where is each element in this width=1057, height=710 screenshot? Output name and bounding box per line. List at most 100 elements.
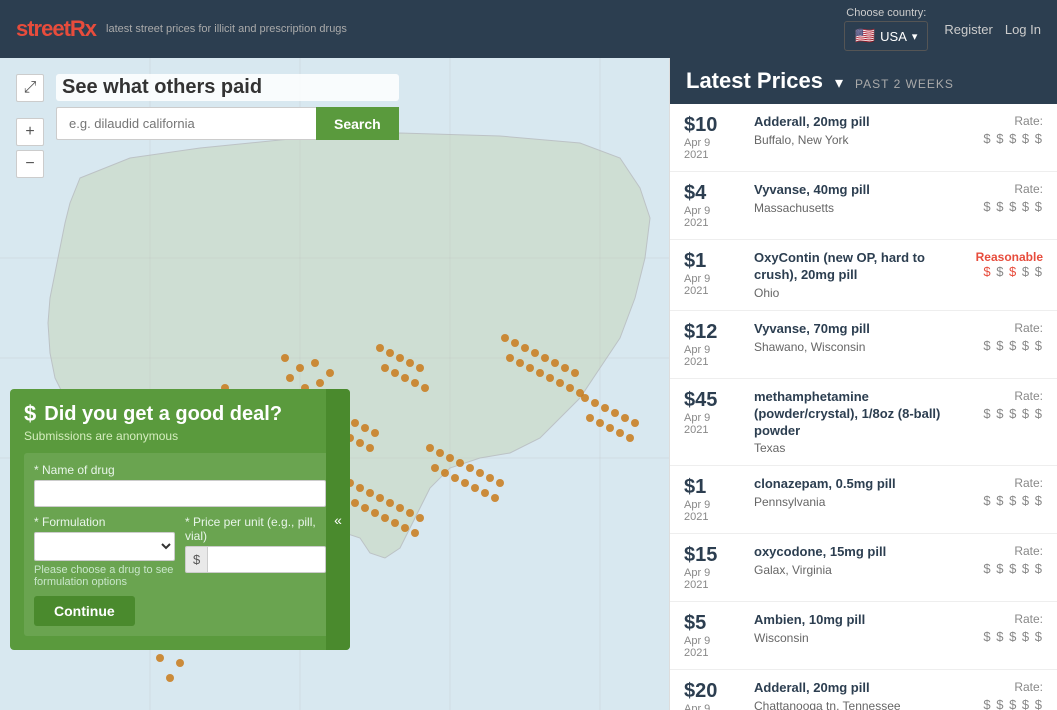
price-list-item[interactable]: $5 Apr 92021 Ambien, 10mg pill Wisconsin… [670, 602, 1057, 670]
map-dot[interactable] [481, 489, 489, 497]
map-dot[interactable] [281, 354, 289, 362]
map-dot[interactable] [606, 424, 614, 432]
map-dot[interactable] [621, 414, 629, 422]
country-dropdown[interactable]: 🇺🇸 USA ▾ [844, 21, 928, 51]
price-list-item[interactable]: $15 Apr 92021 oxycodone, 15mg pill Galax… [670, 534, 1057, 602]
map-dot[interactable] [386, 349, 394, 357]
price-list-item[interactable]: $20 Apr 92021 Adderall, 20mg pill Chatta… [670, 670, 1057, 710]
map-dot[interactable] [166, 674, 174, 682]
map-dot[interactable] [491, 494, 499, 502]
map-dot[interactable] [521, 344, 529, 352]
map-dot[interactable] [496, 479, 504, 487]
map-dot[interactable] [476, 469, 484, 477]
map-dot[interactable] [311, 359, 319, 367]
map-dot[interactable] [526, 364, 534, 372]
deal-panel-toggle[interactable]: « [326, 389, 350, 650]
map-dot[interactable] [416, 364, 424, 372]
map-dot[interactable] [566, 384, 574, 392]
map-dot[interactable] [356, 484, 364, 492]
map-dot[interactable] [426, 444, 434, 452]
map-dot[interactable] [396, 504, 404, 512]
map-dot[interactable] [406, 359, 414, 367]
map-dot[interactable] [546, 374, 554, 382]
expand-button[interactable]: ⤢ [16, 74, 44, 102]
map-dot[interactable] [626, 434, 634, 442]
map-dot[interactable] [351, 419, 359, 427]
zoom-out-button[interactable]: − [16, 150, 44, 178]
map-dot[interactable] [381, 364, 389, 372]
map-dot[interactable] [411, 529, 419, 537]
continue-button[interactable]: Continue [34, 596, 135, 626]
map-dot[interactable] [596, 419, 604, 427]
map-dot[interactable] [156, 654, 164, 662]
map-dot[interactable] [326, 369, 334, 377]
latest-prices-dropdown[interactable]: ▾ [835, 73, 843, 93]
map-dot[interactable] [561, 364, 569, 372]
search-input[interactable] [56, 107, 316, 140]
map-dot[interactable] [516, 359, 524, 367]
map-dot[interactable] [466, 464, 474, 472]
map-dot[interactable] [456, 459, 464, 467]
map-dot[interactable] [416, 514, 424, 522]
map-dot[interactable] [401, 524, 409, 532]
map-dot[interactable] [511, 339, 519, 347]
map-dot[interactable] [401, 374, 409, 382]
map-dot[interactable] [386, 499, 394, 507]
drug-name-input[interactable] [34, 480, 326, 507]
map-dot[interactable] [556, 379, 564, 387]
price-list-item[interactable]: $4 Apr 92021 Vyvanse, 40mg pill Massachu… [670, 172, 1057, 240]
map-dot[interactable] [406, 509, 414, 517]
map-dot[interactable] [391, 519, 399, 527]
map-dot[interactable] [361, 424, 369, 432]
map-dot[interactable] [366, 444, 374, 452]
map-dot[interactable] [366, 489, 374, 497]
map-dot[interactable] [486, 474, 494, 482]
map-dot[interactable] [461, 479, 469, 487]
map-dot[interactable] [601, 404, 609, 412]
map-dot[interactable] [381, 514, 389, 522]
price-list-item[interactable]: $45 Apr 92021 methamphetamine (powder/cr… [670, 379, 1057, 467]
map-dot[interactable] [356, 439, 364, 447]
register-link[interactable]: Register [944, 22, 992, 37]
map-dot[interactable] [436, 449, 444, 457]
map-dot[interactable] [551, 359, 559, 367]
map-dot[interactable] [571, 369, 579, 377]
login-link[interactable]: Log In [1005, 22, 1041, 37]
map-dot[interactable] [536, 369, 544, 377]
map-dot[interactable] [391, 369, 399, 377]
map-dot[interactable] [176, 659, 184, 667]
price-input[interactable] [207, 546, 326, 573]
price-list-item[interactable]: $1 Apr 92021 clonazepam, 0.5mg pill Penn… [670, 466, 1057, 534]
map-dot[interactable] [616, 429, 624, 437]
map-dot[interactable] [631, 419, 639, 427]
map-dot[interactable] [371, 429, 379, 437]
price-list-item[interactable]: $12 Apr 92021 Vyvanse, 70mg pill Shawano… [670, 311, 1057, 379]
map-dot[interactable] [431, 464, 439, 472]
map-dot[interactable] [316, 379, 324, 387]
map-dot[interactable] [286, 374, 294, 382]
map-dot[interactable] [376, 494, 384, 502]
map-dot[interactable] [421, 384, 429, 392]
zoom-in-button[interactable]: + [16, 118, 44, 146]
search-button[interactable]: Search [316, 107, 399, 140]
formulation-select[interactable] [34, 532, 175, 561]
map-dot[interactable] [531, 349, 539, 357]
map-dot[interactable] [446, 454, 454, 462]
map-dot[interactable] [586, 414, 594, 422]
map-dot[interactable] [396, 354, 404, 362]
map-dot[interactable] [541, 354, 549, 362]
map-dot[interactable] [591, 399, 599, 407]
map-dot[interactable] [501, 334, 509, 342]
map-dot[interactable] [296, 364, 304, 372]
map-dot[interactable] [506, 354, 514, 362]
map-dot[interactable] [611, 409, 619, 417]
map-dot[interactable] [411, 379, 419, 387]
map-dot[interactable] [361, 504, 369, 512]
map-dot[interactable] [581, 394, 589, 402]
map-dot[interactable] [441, 469, 449, 477]
map-dot[interactable] [451, 474, 459, 482]
map-dot[interactable] [351, 499, 359, 507]
price-list-item[interactable]: $10 Apr 92021 Adderall, 20mg pill Buffal… [670, 104, 1057, 172]
map-dot[interactable] [471, 484, 479, 492]
map-dot[interactable] [376, 344, 384, 352]
